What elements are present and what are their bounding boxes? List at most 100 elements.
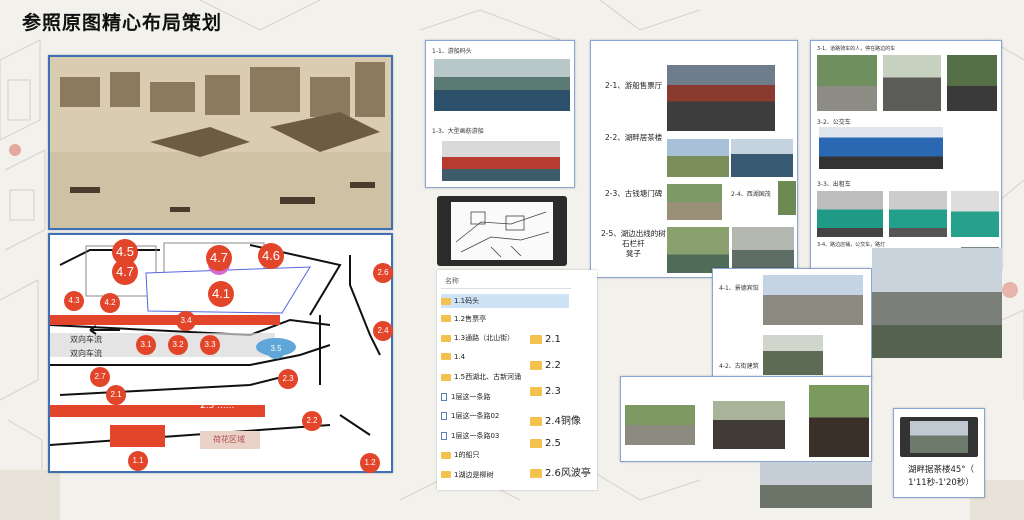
folder-icon <box>441 471 451 478</box>
photo-teahouse-2 <box>731 139 793 177</box>
sketch-video-icon[interactable] <box>437 196 567 266</box>
caption-3-2: 3-2、公交车 <box>817 119 851 126</box>
file-list-item[interactable]: 1的船只 <box>441 450 479 460</box>
map-marker: 4.7 <box>112 259 138 285</box>
map-marker: 4.7 <box>206 245 232 271</box>
map-marker: 3.4 <box>176 311 196 331</box>
folder-icon <box>530 334 542 344</box>
folder-item[interactable]: 2.6风波亭 <box>530 464 591 479</box>
file-list-header: 名称 <box>445 277 459 285</box>
photo-ticket-hall <box>667 65 775 131</box>
photo-bus <box>819 127 943 169</box>
photo-lake-garden <box>778 181 796 215</box>
photo-street-1 <box>817 55 877 111</box>
map-marker: 3.3 <box>200 335 220 355</box>
annotated-map: 双向车流 双向车流 荷花区域 4.5 4.7 4.7 4.6 2.6 4.1 4.3 4.2 3… <box>48 233 393 473</box>
folder-icon <box>441 373 451 381</box>
map-marker: 2.7 <box>90 367 110 387</box>
photo-taxi-2 <box>889 191 947 237</box>
photo-statue-1 <box>625 405 695 445</box>
caption-2-3: 2-3、古钱塘门碑 <box>605 189 663 198</box>
caption-2-2: 2-2、湖畔居茶楼 <box>605 133 663 142</box>
caption-2-4: 2-4、西湖国茂 <box>731 191 771 198</box>
traffic-label-1: 双向车流 <box>70 335 102 344</box>
map-marker: 3.2 <box>168 335 188 355</box>
caption-2-5: 2-5、湖边出线的树 石栏杆 凳子 <box>601 229 666 258</box>
map-marker: 2.4 <box>373 321 393 341</box>
file-list-item[interactable]: 1.5西湖北、古新河涌 <box>441 372 521 382</box>
folder-item[interactable]: 2.4铜像 <box>530 412 581 427</box>
map-marker: 4.1 <box>208 281 234 307</box>
folder-icon <box>530 416 542 426</box>
map-marker: 4.6 <box>258 243 284 269</box>
folder-icon <box>530 360 542 370</box>
file-list-item[interactable]: 1.3通路（北山街） <box>441 333 514 343</box>
file-list-item[interactable]: 1.4 <box>441 353 465 361</box>
video-card: 湖畔据茶楼45°（ 1'11秒-1'20秒） <box>893 408 985 498</box>
photo-taxi-3 <box>951 191 999 237</box>
folder-icon <box>530 468 542 478</box>
folder-icon <box>441 353 451 360</box>
photo-stele <box>667 184 722 220</box>
photo-teahouse-1 <box>667 139 729 177</box>
caption-3-4: 3-4、路边店铺，公交车，路灯 <box>817 242 886 248</box>
file-list-item[interactable]: 1.2售票亭 <box>441 314 486 324</box>
photo-lakeside-tree <box>667 227 729 273</box>
caption-1-3: 1-3、大型画舫游船 <box>432 128 484 135</box>
folder-icon <box>441 297 451 305</box>
photo-buildings-right <box>872 248 1002 358</box>
photo-hotel <box>763 275 863 325</box>
folder-item[interactable]: 2.2 <box>530 360 561 371</box>
caption-4-1: 4-1、景德宾馆 <box>719 285 759 292</box>
file-list-item[interactable]: 1层这一条路02 <box>441 411 499 421</box>
folder-icon <box>441 451 451 459</box>
folder-item[interactable]: 2.1 <box>530 334 561 345</box>
video-icon[interactable] <box>900 417 978 457</box>
caption-1-1: 1-1、游船码头 <box>432 48 472 55</box>
file-list-item[interactable]: 1层这一条路 <box>441 392 490 402</box>
section-3-card: 3-1、道路骑车的人，停在路边的车 3-2、公交车 3-3、出租车 3-4、路边… <box>810 40 1002 270</box>
photo-painted-boat <box>442 141 560 181</box>
section-1-card: 1-1、游船码头 1-3、大型画舫游船 <box>425 40 575 188</box>
map-marker: 2.5 ...... <box>200 401 235 411</box>
folder-icon <box>441 334 451 342</box>
caption-4-2: 4-2、古街建筑 <box>719 363 759 370</box>
video-caption-line2: 1'11秒-1'20秒） <box>908 478 974 488</box>
photo-street-3 <box>947 55 997 111</box>
photo-statue-3 <box>809 385 869 457</box>
photo-taxi-1 <box>817 191 883 237</box>
map-marker: 3.1 <box>136 335 156 355</box>
traffic-label-2: 双向车流 <box>70 349 102 358</box>
scroll-painting-panel <box>48 55 393 230</box>
map-marker: 4.2 <box>100 293 120 313</box>
map-marker: 1.1 <box>128 451 148 471</box>
video-caption-line1: 湖畔据茶楼45°（ <box>907 465 975 475</box>
photo-buildings-bottom <box>760 462 872 508</box>
caption-3-3: 3-3、出租车 <box>817 181 851 188</box>
section-4-card: 4-1、景德宾馆 4-2、古街建筑 <box>712 268 872 378</box>
caption-2-1: 2-1、游船售票厅 <box>605 81 663 90</box>
scroll-painting <box>50 57 391 228</box>
folder-icon <box>530 386 542 396</box>
photo-street-2 <box>883 55 941 111</box>
document-icon <box>441 412 447 420</box>
map-marker: 2.1 <box>106 385 126 405</box>
file-list-item[interactable]: 1层这一条路03 <box>441 431 499 441</box>
file-list-item[interactable]: 1.1码头 <box>441 294 569 308</box>
photo-dock <box>434 59 570 111</box>
page-title: 参照原图精心布局策划 <box>22 12 223 34</box>
document-icon <box>441 392 447 401</box>
photo-statue-2 <box>713 401 785 449</box>
sketch-thumbnail <box>455 211 550 258</box>
folder-item[interactable]: 2.3 <box>530 386 561 397</box>
map-marker: 3.5 <box>266 339 286 359</box>
map-marker: 2.6 <box>373 263 393 283</box>
caption-3-1: 3-1、道路骑车的人，停在路边的车 <box>817 46 896 52</box>
file-list-divider <box>441 288 571 289</box>
photo-lake-view <box>732 227 794 273</box>
file-list-item[interactable]: 1湖边是柳树 <box>441 470 493 480</box>
folder-item[interactable]: 2.5 <box>530 438 561 449</box>
folder-icon <box>441 315 451 322</box>
document-icon <box>441 431 447 440</box>
folder-icon <box>530 438 542 448</box>
